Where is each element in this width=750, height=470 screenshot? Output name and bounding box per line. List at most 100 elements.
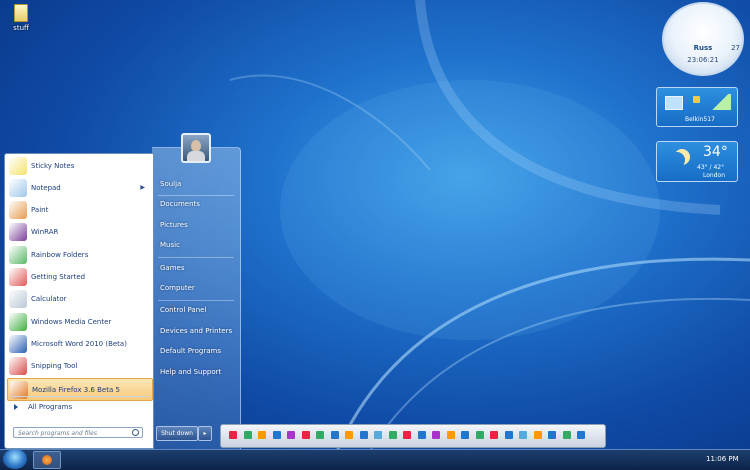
start-menu-item-label: Getting Started — [31, 273, 86, 281]
dock-app-icon[interactable] — [446, 431, 455, 439]
start-menu-item-label: Notepad — [31, 183, 61, 192]
start-menu-item[interactable]: Sticky Notes — [7, 155, 151, 176]
dock-app-icon[interactable] — [504, 431, 513, 439]
right-separator — [158, 300, 234, 301]
start-menu-item-label: Sticky Notes — [31, 161, 75, 170]
sticky-notes-icon — [9, 156, 27, 175]
start-menu-item-label: Paint — [31, 206, 49, 215]
shutdown-arrow-icon: ▸ — [203, 430, 207, 437]
dock-app-icon[interactable] — [461, 431, 469, 439]
dock-app-icon[interactable] — [258, 431, 266, 439]
start-menu-item[interactable]: Getting Started — [7, 267, 151, 288]
rainbow-folders-icon — [9, 245, 27, 264]
dock-app-icon[interactable] — [577, 431, 585, 439]
folder-icon — [14, 4, 28, 22]
dock-app-icon[interactable] — [287, 431, 295, 439]
taskbar-clock[interactable]: 11:06 PM — [706, 455, 739, 463]
calculator-icon — [9, 290, 27, 309]
link-default-programs[interactable]: Default Programs — [160, 347, 221, 355]
start-menu-item[interactable]: Paint — [7, 200, 151, 221]
getting-started-icon — [9, 268, 27, 286]
weather-gadget[interactable]: 34° 43° / 42° London — [656, 141, 738, 182]
start-menu-item[interactable]: Mozilla Firefox 3.6 Beta 5 — [7, 378, 153, 401]
start-menu-right-pane: Soulja Documents Pictures Music Games Co… — [152, 147, 241, 452]
submenu-arrow-icon: ▶ — [140, 184, 145, 192]
avatar-body — [187, 151, 205, 161]
desktop-icon-label: stuff — [13, 24, 29, 32]
firefox-icon — [42, 455, 52, 465]
start-menu-item[interactable]: WinRAR — [7, 222, 151, 243]
user-avatar[interactable] — [181, 133, 211, 163]
network-name: Belkin517 — [685, 116, 715, 123]
dock-app-icon[interactable] — [243, 431, 252, 439]
start-menu-item-label: Mozilla Firefox 3.6 Beta 5 — [32, 385, 120, 394]
word-icon — [9, 334, 27, 353]
shutdown-button[interactable]: Shut down — [156, 426, 198, 441]
start-menu-item[interactable]: Rainbow Folders — [7, 244, 151, 265]
link-devices-printers[interactable]: Devices and Printers — [160, 327, 232, 335]
media-center-icon — [9, 312, 27, 331]
shutdown-label: Shut down — [161, 430, 193, 437]
dock-app-icon[interactable] — [359, 431, 368, 439]
notepad-icon — [9, 178, 27, 197]
link-help-support[interactable]: Help and Support — [160, 368, 221, 376]
dock-app-icon[interactable] — [374, 431, 382, 439]
arrow-right-icon — [14, 404, 18, 410]
link-documents[interactable]: Documents — [160, 200, 200, 208]
start-menu-item[interactable]: Snipping Tool — [7, 356, 151, 377]
dock-app-icon[interactable] — [490, 431, 498, 439]
all-programs-button[interactable]: All Programs — [11, 403, 72, 411]
dock-app-icon[interactable] — [432, 431, 440, 439]
all-programs-separator — [11, 396, 149, 397]
monitor-icon — [665, 96, 683, 110]
clock-num: 27 — [731, 44, 740, 52]
dock-app-icon[interactable] — [301, 431, 310, 439]
start-orb-button[interactable] — [3, 449, 27, 469]
clock-time: 23:06:21 — [687, 56, 719, 64]
search-icon — [132, 429, 139, 436]
weather-city: London — [703, 172, 725, 179]
dock-app-icon[interactable] — [272, 431, 281, 439]
moon-icon — [669, 152, 685, 168]
clock-gadget[interactable]: Russ 27 23:06:21 — [662, 2, 744, 76]
start-menu-item[interactable]: Microsoft Word 2010 (Beta) — [7, 333, 151, 354]
paint-icon — [9, 201, 27, 220]
dock-app-icon[interactable] — [345, 431, 353, 439]
start-menu-item-label: Rainbow Folders — [31, 250, 89, 259]
dock-app-icon[interactable] — [316, 431, 324, 439]
start-menu-item[interactable]: Windows Media Center — [7, 311, 151, 332]
link-music[interactable]: Music — [160, 241, 180, 249]
link-control-panel[interactable]: Control Panel — [160, 306, 206, 314]
dock-app-icon[interactable] — [229, 431, 237, 439]
dock-app-icon[interactable] — [330, 431, 339, 439]
start-menu-item-label: Snipping Tool — [31, 362, 78, 371]
right-separator — [158, 257, 234, 258]
dock-app-icon[interactable] — [417, 431, 426, 439]
start-menu-item[interactable]: Calculator — [7, 289, 151, 310]
start-menu-item-label: Windows Media Center — [31, 317, 112, 326]
dock-app-icon[interactable] — [533, 431, 542, 439]
link-computer[interactable]: Computer — [160, 284, 195, 292]
start-menu-item-label: Calculator — [31, 295, 67, 304]
taskbar-firefox-button[interactable] — [33, 451, 61, 469]
dock-app-icon[interactable] — [403, 431, 411, 439]
all-programs-label: All Programs — [28, 403, 73, 411]
start-menu-item[interactable]: Notepad ▶ — [7, 177, 151, 198]
link-games[interactable]: Games — [160, 264, 185, 272]
right-separator — [158, 195, 234, 196]
dock-app-icon[interactable] — [562, 431, 571, 439]
link-user[interactable]: Soulja — [160, 180, 181, 188]
desktop-folder-stuff[interactable]: stuff — [8, 4, 34, 32]
dock-app-icon[interactable] — [388, 431, 397, 439]
weather-temp: 34° — [703, 144, 728, 160]
dock-app-icon[interactable] — [519, 431, 527, 439]
winrar-icon — [9, 223, 27, 242]
network-gadget[interactable]: Belkin517 — [656, 87, 738, 127]
dock-app-icon[interactable] — [548, 431, 556, 439]
link-pictures[interactable]: Pictures — [160, 221, 188, 229]
dock-toolbar — [220, 424, 606, 448]
shutdown-options-button[interactable]: ▸ — [198, 426, 212, 441]
dock-app-icon[interactable] — [475, 431, 484, 439]
search-placeholder: Search programs and files — [18, 430, 97, 437]
search-input[interactable]: Search programs and files — [13, 427, 143, 438]
